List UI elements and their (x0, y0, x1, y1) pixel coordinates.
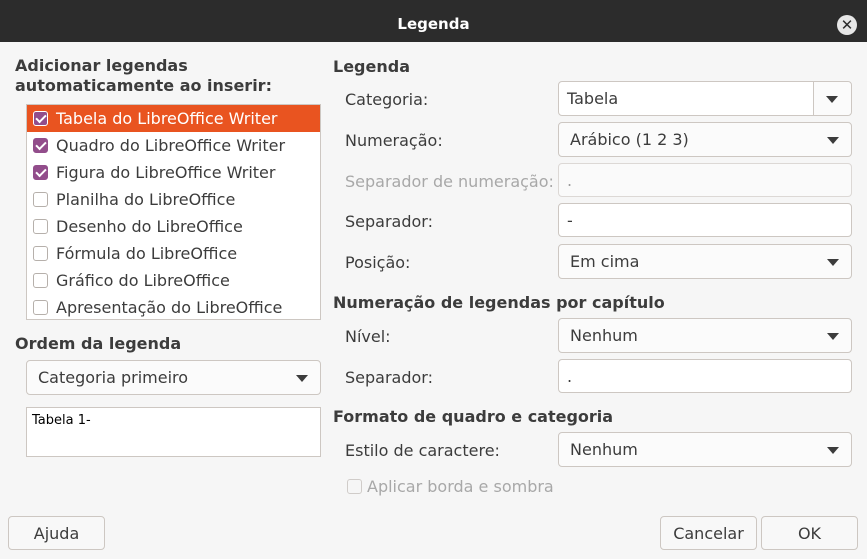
list-item[interactable]: Planilha do LibreOffice (27, 186, 320, 213)
chevron-down-icon (827, 332, 839, 340)
level-select[interactable]: Nenhum (558, 318, 852, 353)
list-item[interactable]: Apresentação do LibreOffice (27, 294, 320, 321)
separator-input[interactable]: - (558, 203, 852, 237)
chapter-separator-value: . (567, 366, 573, 386)
char-style-label: Estilo de caractere: (345, 441, 500, 460)
level-label: Nível: (345, 327, 391, 346)
list-item[interactable]: Gráfico do LibreOffice (27, 267, 320, 294)
numbering-separator-input: . (558, 163, 852, 197)
position-select[interactable]: Em cima (558, 244, 852, 279)
auto-caption-title: Adicionar legendas automaticamente ao in… (15, 56, 272, 95)
close-icon[interactable]: ✕ (837, 15, 857, 35)
list-item[interactable]: Quadro do LibreOffice Writer (27, 132, 320, 159)
checkbox-icon (347, 479, 362, 494)
caption-order-title: Ordem da legenda (15, 334, 182, 353)
checkbox-icon[interactable] (33, 111, 48, 126)
cancel-button[interactable]: Cancelar (660, 516, 757, 550)
list-item-label: Planilha do LibreOffice (56, 190, 236, 209)
list-item-label: Tabela do LibreOffice Writer (56, 109, 278, 128)
help-button[interactable]: Ajuda (8, 516, 105, 550)
chevron-down-icon (827, 258, 839, 266)
separator-value: - (567, 210, 573, 230)
chevron-down-icon (296, 374, 308, 382)
object-type-list[interactable]: Tabela do LibreOffice Writer Quadro do Li… (26, 104, 321, 320)
list-item-label: Gráfico do LibreOffice (56, 271, 230, 290)
border-shadow-label: Aplicar borda e sombra (367, 477, 554, 496)
numbering-separator-value: . (567, 170, 573, 190)
checkbox-icon[interactable] (33, 165, 48, 180)
checkbox-icon[interactable] (33, 138, 48, 153)
caption-section-title: Legenda (333, 57, 410, 76)
list-item-label: Fórmula do LibreOffice (56, 244, 238, 263)
category-combobox[interactable]: Tabela (558, 81, 852, 116)
char-style-select[interactable]: Nenhum (558, 432, 852, 467)
chevron-down-icon (826, 95, 838, 103)
numbering-value: Arábico (1 2 3) (570, 130, 689, 149)
border-shadow-checkbox: Aplicar borda e sombra (347, 477, 554, 496)
category-label: Categoria: (345, 90, 429, 109)
list-item[interactable]: Fórmula do LibreOffice (27, 240, 320, 267)
ok-button[interactable]: OK (761, 516, 858, 550)
dialog-title: Legenda (397, 15, 470, 33)
checkbox-icon[interactable] (33, 219, 48, 234)
list-item[interactable]: Desenho do LibreOffice (27, 213, 320, 240)
chevron-down-icon (827, 136, 839, 144)
list-item-label: Apresentação do LibreOffice (56, 298, 283, 317)
checkbox-icon[interactable] (33, 246, 48, 261)
numbering-label: Numeração: (345, 131, 443, 150)
list-item[interactable]: Figura do LibreOffice Writer (27, 159, 320, 186)
list-item-label: Desenho do LibreOffice (56, 217, 243, 236)
caption-order-select[interactable]: Categoria primeiro (26, 360, 321, 395)
separator-label: Separador: (345, 212, 433, 231)
list-item-label: Quadro do LibreOffice Writer (56, 136, 286, 155)
chapter-section-title: Numeração de legendas por capítulo (333, 293, 665, 312)
list-item-label: Figura do LibreOffice Writer (56, 163, 276, 182)
category-dropdown-button[interactable] (813, 82, 851, 115)
level-value: Nenhum (570, 326, 638, 345)
checkbox-icon[interactable] (33, 300, 48, 315)
position-value: Em cima (570, 252, 640, 271)
caption-order-value: Categoria primeiro (38, 368, 189, 387)
numbering-select[interactable]: Arábico (1 2 3) (558, 122, 852, 157)
char-style-value: Nenhum (570, 440, 638, 459)
list-item[interactable]: Tabela do LibreOffice Writer (27, 105, 320, 132)
numbering-separator-label: Separador de numeração: (345, 172, 554, 191)
category-value: Tabela (567, 89, 619, 108)
chapter-separator-label: Separador: (345, 368, 433, 387)
dialog-titlebar: Legenda ✕ (0, 6, 867, 42)
position-label: Posição: (345, 253, 411, 272)
caption-preview: Tabela 1- (26, 407, 321, 457)
caption-dialog: Adicionar legendas automaticamente ao in… (0, 42, 867, 559)
checkbox-icon[interactable] (33, 273, 48, 288)
chevron-down-icon (827, 446, 839, 454)
chapter-separator-input[interactable]: . (558, 359, 852, 393)
checkbox-icon[interactable] (33, 192, 48, 207)
frame-section-title: Formato de quadro e categoria (333, 407, 614, 426)
